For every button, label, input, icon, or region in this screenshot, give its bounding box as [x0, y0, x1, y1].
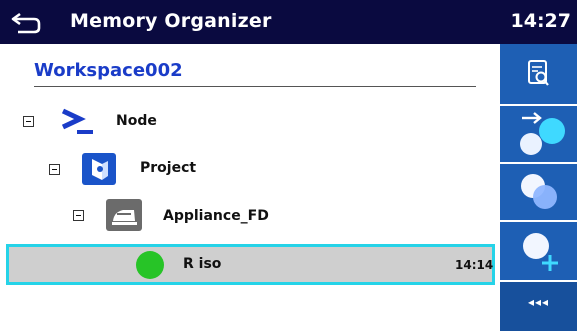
collapse-appliance-toggle[interactable] [73, 210, 84, 221]
back-arrow-icon [11, 12, 41, 34]
project-icon [82, 153, 116, 185]
node-prompt-icon [61, 108, 93, 134]
workspace-name[interactable]: Workspace002 [34, 60, 183, 81]
start-test-button[interactable] [500, 106, 577, 162]
pass-status-icon [136, 251, 164, 279]
back-button[interactable] [8, 6, 48, 38]
appliance-iron-icon [106, 199, 142, 231]
title-bar: Memory Organizer 14:27 [0, 0, 577, 44]
tree-project-label[interactable]: Project [140, 160, 196, 176]
measurement-label: R iso [183, 256, 222, 272]
add-test-button[interactable] [500, 222, 577, 280]
clone-test-icon [521, 174, 557, 209]
clone-test-button[interactable] [500, 164, 577, 220]
selected-measurement-row[interactable] [6, 244, 495, 285]
tree-node-label[interactable]: Node [116, 113, 157, 129]
collapse-project-toggle[interactable] [49, 164, 60, 175]
add-test-icon [523, 233, 558, 271]
view-document-icon [528, 60, 549, 86]
measurement-time: 14:14 [455, 258, 494, 272]
workspace-underline [34, 86, 476, 87]
more-options-button[interactable]: ◂◂◂ [500, 282, 577, 331]
view-button[interactable] [500, 44, 577, 104]
page-title: Memory Organizer [70, 10, 272, 32]
clock-time: 14:27 [510, 10, 571, 32]
tree-appliance-label[interactable]: Appliance_FD [163, 208, 269, 224]
start-test-icon [520, 112, 565, 155]
collapse-node-toggle[interactable] [23, 116, 34, 127]
more-icon: ◂◂◂ [528, 295, 550, 309]
